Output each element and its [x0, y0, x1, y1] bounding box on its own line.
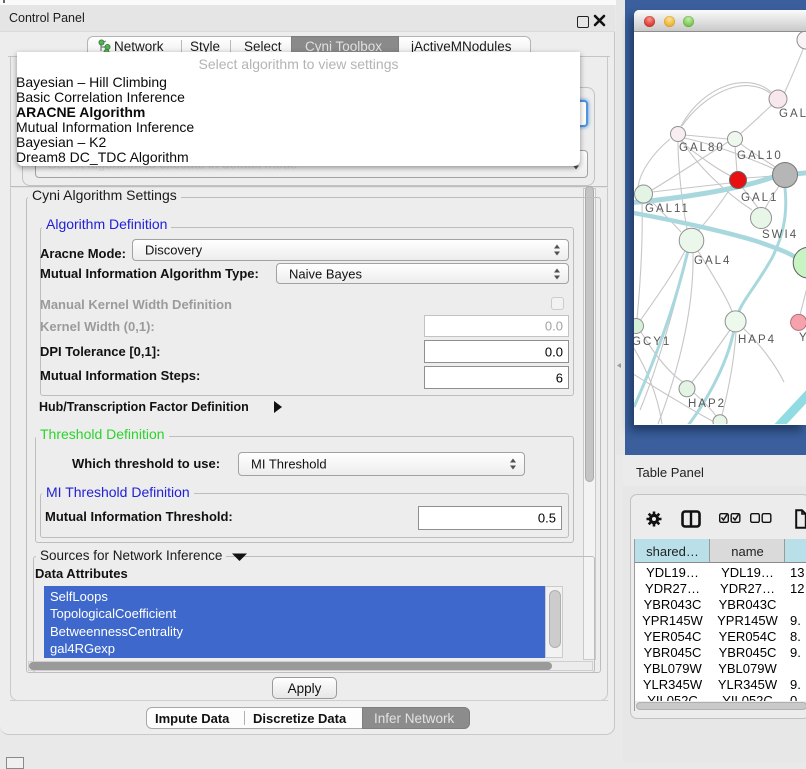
svg-text:GAL4: GAL4 — [694, 255, 731, 267]
svg-text:GAL1: GAL1 — [741, 192, 778, 204]
svg-text:GAL: GAL — [779, 108, 806, 120]
svg-text:Y: Y — [799, 332, 806, 344]
svg-text:GCY1: GCY1 — [634, 336, 671, 348]
svg-text:SWI4: SWI4 — [762, 229, 798, 241]
svg-text:HAP4: HAP4 — [738, 334, 776, 346]
svg-text:GAL11: GAL11 — [645, 203, 690, 215]
svg-text:GAL80: GAL80 — [679, 142, 725, 154]
svg-text:GAL10: GAL10 — [737, 150, 783, 162]
svg-text:HAP2: HAP2 — [688, 398, 726, 410]
